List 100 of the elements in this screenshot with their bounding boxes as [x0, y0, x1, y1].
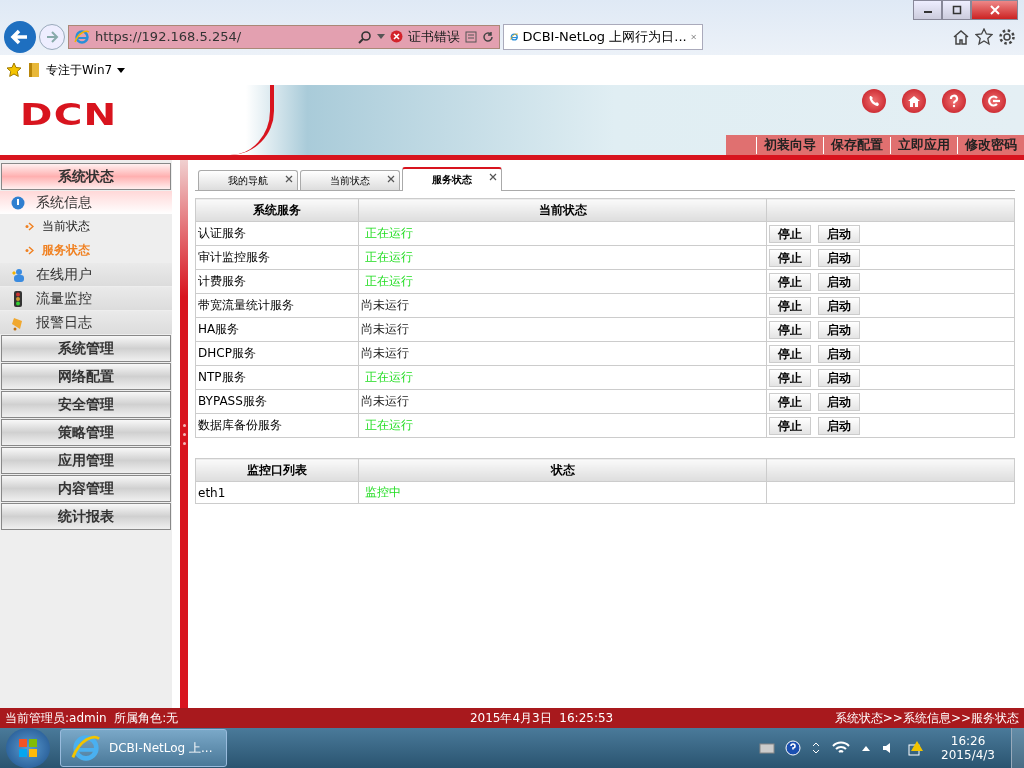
header-link[interactable]: 立即应用	[890, 136, 957, 154]
column-header: 系统服务	[195, 198, 359, 222]
sidebar-item[interactable]: 报警日志	[0, 311, 172, 334]
sidebar-section-header[interactable]: 内容管理	[1, 475, 171, 502]
sidebar-section-header[interactable]: 系统状态	[1, 163, 171, 190]
service-name-cell: DHCP服务	[195, 341, 359, 366]
error-icon	[390, 30, 403, 43]
caret-icon[interactable]	[861, 744, 872, 752]
start-button[interactable]	[6, 728, 50, 768]
browser-logo-icon	[74, 28, 90, 45]
home-icon[interactable]	[952, 27, 970, 46]
sidebar-item-label: 系统信息	[36, 193, 92, 212]
close-icon[interactable]	[285, 175, 293, 183]
start-button[interactable]: 启动	[818, 224, 860, 243]
start-button[interactable]: 启动	[818, 368, 860, 387]
service-status-cell: 尚未运行	[358, 341, 767, 366]
port-status-cell: 监控中	[358, 481, 767, 504]
start-button[interactable]: 启动	[818, 272, 860, 291]
taskbar-button-label: DCBI-NetLog 上...	[109, 739, 213, 757]
stop-button[interactable]: 停止	[769, 416, 811, 435]
sidebar-section-header[interactable]: 策略管理	[1, 419, 171, 446]
service-name-cell: NTP服务	[195, 365, 359, 390]
folder-icon	[27, 62, 41, 78]
stop-button[interactable]: 停止	[769, 320, 811, 339]
favorites-folder-link[interactable]: 专注于Win7	[46, 61, 113, 79]
sidebar-section-header[interactable]: 安全管理	[1, 391, 171, 418]
service-status-cell: 正在运行	[358, 413, 767, 438]
browser-logo-icon	[71, 733, 101, 763]
sidebar-section-header[interactable]: 系统管理	[1, 335, 171, 362]
clock[interactable]: 16:26 2015/4/3	[935, 734, 1001, 762]
close-icon[interactable]	[387, 175, 395, 183]
stop-button[interactable]: 停止	[769, 272, 811, 291]
start-button[interactable]: 启动	[818, 296, 860, 315]
start-button[interactable]: 启动	[818, 392, 860, 411]
sidebar-section-header[interactable]: 统计报表	[1, 503, 171, 530]
close-icon[interactable]	[489, 173, 497, 181]
sidebar-item-label: 报警日志	[36, 313, 92, 332]
back-button[interactable]	[4, 20, 36, 53]
sidebar-subitem-label: 服务状态	[42, 242, 90, 259]
header-link[interactable]: 修改密码	[957, 136, 1024, 154]
help-icon[interactable]	[942, 89, 966, 113]
service-status-cell: 正在运行	[358, 221, 767, 246]
maximize-button[interactable]	[942, 0, 971, 20]
expand-icon[interactable]	[811, 740, 822, 756]
sidebar-item[interactable]: 在线用户	[0, 263, 172, 286]
stop-button[interactable]: 停止	[769, 368, 811, 387]
header-link[interactable]: 初装向导	[756, 136, 823, 154]
close-icon	[989, 5, 1000, 15]
certificate-error-text[interactable]: 证书错误	[408, 27, 460, 46]
port-name-cell: eth1	[195, 481, 359, 504]
home-icon[interactable]	[902, 89, 926, 113]
star-icon[interactable]	[975, 27, 993, 46]
favorites-star-icon[interactable]	[6, 62, 22, 78]
browser-tab[interactable]: DCBI-NetLog 上网行为日...	[503, 23, 703, 50]
network-icon[interactable]	[907, 739, 926, 757]
stop-button[interactable]: 停止	[769, 344, 811, 363]
sidebar-item[interactable]: 系统信息	[0, 191, 172, 214]
logout-icon[interactable]	[982, 89, 1006, 113]
start-button[interactable]: 启动	[818, 344, 860, 363]
search-icon[interactable]	[358, 29, 372, 44]
wifi-icon[interactable]	[831, 740, 852, 756]
info-icon	[10, 195, 26, 210]
service-name-cell: 认证服务	[195, 221, 359, 246]
start-button[interactable]: 启动	[818, 416, 860, 435]
refresh-icon[interactable]	[482, 30, 494, 43]
service-name-cell: 数据库备份服务	[195, 413, 359, 438]
minimize-button[interactable]	[913, 0, 942, 20]
windows-logo-icon	[17, 737, 39, 759]
page-tab[interactable]: 服务状态	[402, 167, 502, 191]
sidebar-section-header[interactable]: 网络配置	[1, 363, 171, 390]
page-tab[interactable]: 我的导航	[198, 170, 298, 190]
sidebar-subitem[interactable]: 当前状态	[0, 215, 172, 238]
stop-button[interactable]: 停止	[769, 248, 811, 267]
service-name-cell: 审计监控服务	[195, 245, 359, 270]
stop-button[interactable]: 停止	[769, 224, 811, 243]
dropdown-caret-icon[interactable]	[117, 67, 126, 73]
service-status-cell: 正在运行	[358, 269, 767, 294]
service-name-cell: 计费服务	[195, 269, 359, 294]
arrow-icon	[25, 246, 34, 255]
breadcrumb-text: 系统状态>>系统信息>>服务状态	[834, 709, 1019, 727]
sidebar-section-header[interactable]: 应用管理	[1, 447, 171, 474]
header-link[interactable]: 保存配置	[823, 136, 890, 154]
start-button[interactable]: 启动	[818, 248, 860, 267]
phone-icon[interactable]	[862, 89, 886, 113]
sidebar-subitem-label: 当前状态	[42, 218, 90, 235]
settings-icon[interactable]	[998, 27, 1016, 46]
stop-button[interactable]: 停止	[769, 296, 811, 315]
close-button[interactable]	[971, 0, 1018, 20]
sidebar-item-label: 在线用户	[36, 265, 92, 284]
sidebar-item[interactable]: 流量监控	[0, 287, 172, 310]
column-header: 状态	[358, 458, 767, 482]
service-status-cell: 正在运行	[358, 365, 767, 390]
stop-button[interactable]: 停止	[769, 392, 811, 411]
column-header: 当前状态	[358, 198, 767, 222]
page-tab[interactable]: 当前状态	[300, 170, 400, 190]
address-bar[interactable]: https://192.168.5.254/ 证书错误	[68, 24, 500, 49]
service-name-cell: BYPASS服务	[195, 389, 359, 414]
help-icon[interactable]	[785, 740, 802, 756]
arrow-icon	[25, 222, 34, 231]
start-button[interactable]: 启动	[818, 320, 860, 339]
